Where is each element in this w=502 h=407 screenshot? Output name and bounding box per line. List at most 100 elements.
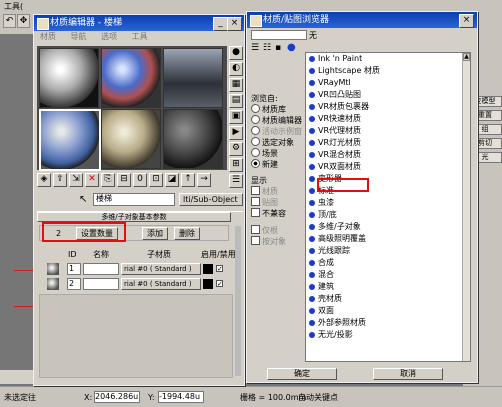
browse-from-option[interactable]: 选定对象 <box>251 137 303 148</box>
row-name-field[interactable] <box>83 278 119 290</box>
row-id-field[interactable]: 1 <box>67 263 81 275</box>
sample-slot-active[interactable] <box>39 109 101 171</box>
material-list-item[interactable]: VR凹凸贴图 <box>306 89 470 101</box>
header-id[interactable]: ID <box>68 250 77 260</box>
close-icon[interactable]: × <box>459 14 474 28</box>
enable-checkbox[interactable]: ✓ <box>216 280 223 288</box>
rollout-header[interactable]: 多维/子对象基本参数 <box>37 212 231 222</box>
material-list-item[interactable]: VR材质包裹器 <box>306 101 470 113</box>
material-list-item[interactable]: 合成 <box>306 257 470 269</box>
show-end-result-icon[interactable]: ◪ <box>165 173 179 187</box>
show-option[interactable]: 不兼容 <box>251 208 303 219</box>
browse-from-option[interactable]: 材质编辑器 <box>251 115 303 126</box>
checkbox-icon[interactable] <box>251 208 260 217</box>
uv-tiling-icon[interactable]: ▤ <box>229 94 243 108</box>
submaterial-button[interactable]: rial #0 ( Standard ) <box>121 278 201 290</box>
cancel-button[interactable]: 取消 <box>373 368 443 380</box>
small-icons-view-icon[interactable]: ▪ <box>275 43 281 53</box>
background-icon[interactable]: ▦ <box>229 78 243 92</box>
material-list-item[interactable]: 虫漆 <box>306 197 470 209</box>
radio-icon[interactable] <box>251 104 260 113</box>
select-by-material-icon[interactable]: ⊞ <box>229 158 243 172</box>
browse-from-option[interactable]: 场景 <box>251 148 303 159</box>
video-check-icon[interactable]: ▣ <box>229 110 243 124</box>
scroll-up-icon[interactable]: ▲ <box>463 53 470 61</box>
menu-utilities[interactable]: 工具 <box>132 32 148 41</box>
reset-map-icon[interactable]: ✕ <box>85 173 99 187</box>
go-forward-sibling-icon[interactable]: → <box>197 173 211 187</box>
rollout-scrollbar[interactable] <box>235 226 241 376</box>
sample-slot[interactable] <box>39 48 99 108</box>
sample-slot[interactable] <box>101 109 161 169</box>
radio-icon[interactable] <box>251 148 260 157</box>
material-list-item[interactable]: VR混合材质 <box>306 149 470 161</box>
submaterial-button[interactable]: rial #0 ( Standard ) <box>121 263 201 275</box>
material-list-item[interactable]: VR代理材质 <box>306 125 470 137</box>
material-list-item[interactable]: 混合 <box>306 269 470 281</box>
assign-material-icon[interactable]: ⇲ <box>69 173 83 187</box>
close-icon[interactable]: × <box>227 17 242 31</box>
sample-type-icon[interactable]: ● <box>229 46 243 60</box>
show-map-icon[interactable]: ⊡ <box>149 173 163 187</box>
material-list-item[interactable]: 外部参照材质 <box>306 317 470 329</box>
row-name-field[interactable] <box>83 263 119 275</box>
put-to-scene-icon[interactable]: ⇪ <box>53 173 67 187</box>
material-id-icon[interactable]: 0 <box>133 173 147 187</box>
go-to-parent-icon[interactable]: ↑ <box>181 173 195 187</box>
auto-key-button[interactable]: 自动关键点 <box>298 393 338 403</box>
pick-material-icon[interactable]: ↖ <box>79 194 87 205</box>
ok-button[interactable]: 确定 <box>267 368 337 380</box>
put-to-library-icon[interactable]: ⊟ <box>117 173 131 187</box>
material-list-item[interactable]: VR快速材质 <box>306 113 470 125</box>
radio-icon[interactable] <box>251 137 260 146</box>
material-list-item[interactable]: Ink 'n Paint <box>306 53 470 65</box>
color-swatch[interactable] <box>203 279 213 289</box>
y-coordinate-field[interactable]: -1994.48u <box>158 391 204 403</box>
material-list-item[interactable]: 多维/子对象 <box>306 221 470 233</box>
make-preview-icon[interactable]: ▶ <box>229 126 243 140</box>
make-unique-icon[interactable]: ⎘ <box>101 173 115 187</box>
material-type-button[interactable]: lti/Sub-Object <box>179 193 243 206</box>
submaterial-swatch[interactable] <box>47 263 59 275</box>
get-material-icon[interactable]: ◈ <box>37 173 51 187</box>
header-name[interactable]: 名称 <box>93 250 109 260</box>
material-list-item[interactable]: VR双面材质 <box>306 161 470 173</box>
browser-titlebar[interactable]: 材质/贴图浏览器 × <box>247 12 477 28</box>
list-icons-view-icon[interactable]: ☷ <box>263 43 271 53</box>
row-id-field[interactable]: 2 <box>67 278 81 290</box>
timeline-slider[interactable] <box>0 370 36 384</box>
radio-icon[interactable] <box>251 115 260 124</box>
material-list-item[interactable]: 建筑 <box>306 281 470 293</box>
color-swatch[interactable] <box>203 264 213 274</box>
radio-icon[interactable] <box>251 159 260 168</box>
browse-from-option[interactable]: 新建 <box>251 159 303 170</box>
browse-from-option[interactable]: 材质库 <box>251 104 303 115</box>
undo-icon[interactable]: ↶ <box>3 14 16 28</box>
material-list-item[interactable]: Lightscape 材质 <box>306 65 470 77</box>
menu-tools[interactable]: 工具( <box>4 1 23 12</box>
material-list-item[interactable]: 壳材质 <box>306 293 470 305</box>
large-icons-view-icon[interactable]: ● <box>287 42 296 53</box>
browser-filter-input[interactable] <box>251 30 307 40</box>
x-coordinate-field[interactable]: 2046.286u <box>94 391 140 403</box>
sample-slot[interactable] <box>163 48 223 108</box>
delete-button[interactable]: 删除 <box>174 227 200 240</box>
material-navigator-icon[interactable]: ☰ <box>229 174 243 188</box>
header-submaterial[interactable]: 子材质 <box>147 250 171 260</box>
material-list-item[interactable]: VR灯光材质 <box>306 137 470 149</box>
submaterial-swatch[interactable] <box>47 278 59 290</box>
list-scrollbar[interactable]: ▲ <box>462 53 470 361</box>
minimize-icon[interactable]: _ <box>213 17 228 31</box>
material-list-item[interactable]: 高级照明覆盖 <box>306 233 470 245</box>
material-list-item[interactable]: 顶/底 <box>306 209 470 221</box>
add-button[interactable]: 添加 <box>142 227 168 240</box>
enable-checkbox[interactable]: ✓ <box>216 265 223 273</box>
options-icon[interactable]: ⚙ <box>229 142 243 156</box>
material-list-item[interactable]: VRayMtl <box>306 77 470 89</box>
menu-navigation[interactable]: 导航 <box>71 32 87 41</box>
material-list-item[interactable]: 无光/投影 <box>306 329 470 341</box>
material-editor-titlebar[interactable]: 材质编辑器 - 楼梯 _ × <box>34 15 244 31</box>
material-name-field[interactable]: 楼梯 <box>93 193 175 206</box>
menu-material[interactable]: 材质 <box>40 32 56 41</box>
material-list-item[interactable]: 光线跟踪 <box>306 245 470 257</box>
